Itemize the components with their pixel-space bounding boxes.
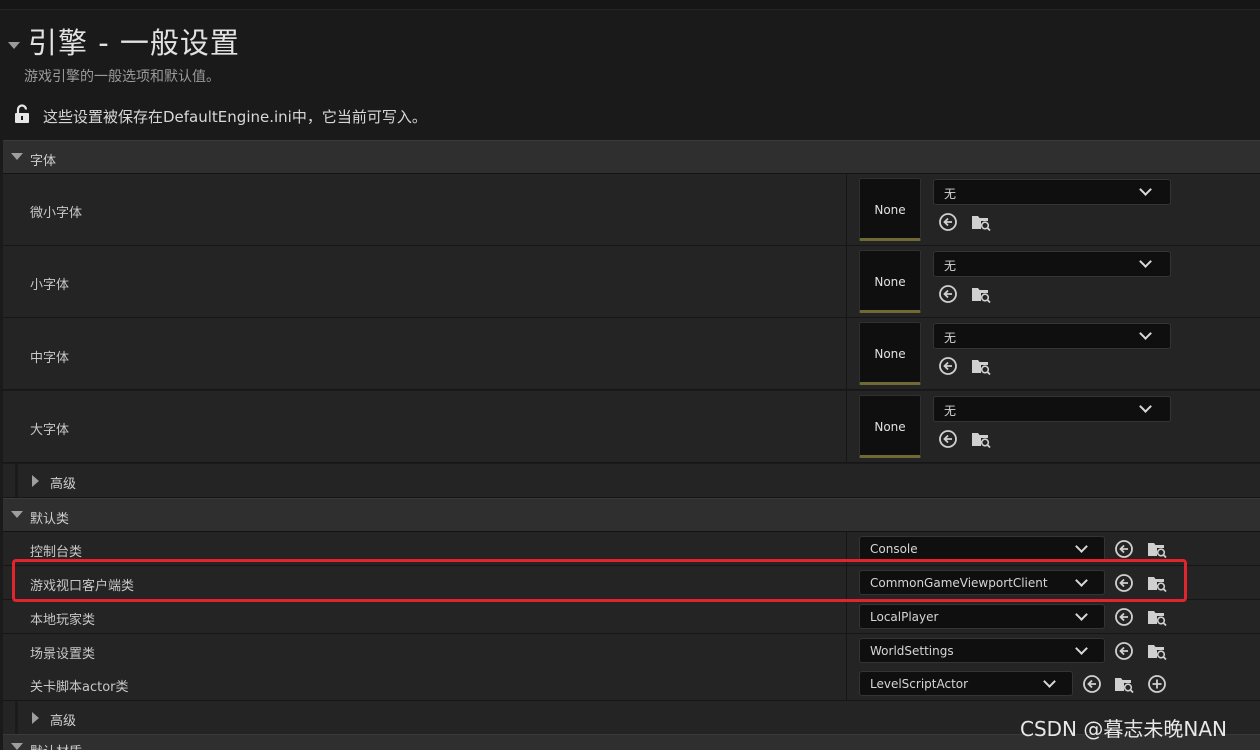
combo-value: 无 [944, 404, 957, 418]
reset-arrow-icon[interactable] [1114, 607, 1134, 627]
category-default-classes[interactable]: 默认类 [3, 498, 1260, 532]
property-row-tiny-font: 微小字体 None 无 [3, 174, 1260, 246]
top-bar [0, 0, 1260, 10]
combo-value: LocalPlayer [870, 610, 939, 624]
browse-folder-icon[interactable] [1147, 539, 1167, 559]
class-picker-combo[interactable]: LevelScriptActor [859, 671, 1073, 696]
page-title: 引擎 - 一般设置 [28, 26, 240, 60]
chevron-down-icon [1139, 255, 1152, 268]
chevron-down-icon [1075, 608, 1088, 621]
expand-caret-icon[interactable] [32, 712, 39, 724]
browse-folder-icon[interactable] [1114, 674, 1134, 694]
chevron-down-icon [1139, 400, 1152, 413]
advanced-group-fonts[interactable]: 高级 [3, 464, 1260, 498]
column-splitter[interactable] [846, 391, 847, 462]
column-splitter[interactable] [846, 246, 847, 317]
settings-header: 引擎 - 一般设置 游戏引擎的一般选项和默认值。 这些设置被保存在Default… [0, 10, 1260, 140]
combo-value: LevelScriptActor [870, 677, 969, 691]
chevron-down-icon [1139, 327, 1152, 340]
combo-value: 无 [944, 331, 957, 345]
thumbnail-label: None [874, 275, 906, 289]
chevron-down-icon [1043, 675, 1056, 688]
combo-value: Console [870, 542, 918, 556]
advanced-label: 高级 [50, 477, 77, 492]
asset-thumbnail[interactable]: None [859, 395, 921, 458]
property-label: 小字体 [30, 278, 70, 293]
thumbnail-label: None [874, 203, 906, 217]
column-splitter[interactable] [846, 667, 847, 700]
reset-arrow-icon[interactable] [938, 429, 958, 449]
reset-arrow-icon[interactable] [1114, 641, 1134, 661]
column-splitter[interactable] [846, 318, 847, 389]
property-row-level-script-actor-class: 关卡脚本actor类 LevelScriptActor [3, 667, 1260, 701]
group-indent [15, 464, 1260, 497]
browse-folder-icon[interactable] [971, 212, 991, 232]
property-label: 本地玩家类 [30, 613, 96, 628]
asset-picker-combo[interactable]: 无 [933, 179, 1171, 205]
asset-thumbnail[interactable]: None [859, 322, 921, 385]
property-label: 场景设置类 [30, 647, 96, 662]
class-picker-combo[interactable]: Console [859, 536, 1105, 561]
column-splitter[interactable] [846, 600, 847, 633]
browse-folder-icon[interactable] [971, 429, 991, 449]
property-label: 中字体 [30, 351, 70, 366]
lock-open-icon[interactable] [14, 104, 32, 124]
collapse-header-icon[interactable] [8, 42, 20, 49]
column-splitter[interactable] [846, 174, 847, 245]
browse-folder-icon[interactable] [971, 356, 991, 376]
reset-arrow-icon[interactable] [1114, 539, 1134, 559]
chevron-down-icon [1075, 642, 1088, 655]
add-circle-icon[interactable] [1147, 674, 1167, 694]
expand-caret-icon[interactable] [32, 475, 39, 487]
chevron-down-icon [1139, 183, 1152, 196]
property-row-small-font: 小字体 None 无 [3, 246, 1260, 318]
collapse-caret-icon[interactable] [11, 511, 23, 518]
category-label: 字体 [30, 154, 57, 169]
reset-arrow-icon[interactable] [1082, 674, 1102, 694]
reset-arrow-icon[interactable] [938, 284, 958, 304]
page-subtitle: 游戏引擎的一般选项和默认值。 [24, 69, 220, 85]
property-label: 控制台类 [30, 545, 83, 560]
property-row-local-player-class: 本地玩家类 LocalPlayer [3, 600, 1260, 634]
property-label: 大字体 [30, 423, 70, 438]
combo-value: 无 [944, 259, 957, 273]
asset-thumbnail[interactable]: None [859, 250, 921, 313]
browse-folder-icon[interactable] [1147, 641, 1167, 661]
class-picker-combo[interactable]: LocalPlayer [859, 604, 1105, 629]
combo-value: 无 [944, 187, 957, 201]
property-row-large-font: 大字体 None 无 [3, 391, 1260, 463]
collapse-caret-icon[interactable] [11, 153, 23, 160]
browse-folder-icon[interactable] [971, 284, 991, 304]
class-picker-combo[interactable]: WorldSettings [859, 638, 1105, 663]
thumbnail-label: None [874, 347, 906, 361]
category-label: 默认类 [30, 512, 70, 527]
property-row-world-settings-class: 场景设置类 WorldSettings [3, 634, 1260, 668]
asset-picker-combo[interactable]: 无 [933, 251, 1171, 277]
property-label: 关卡脚本actor类 [30, 680, 129, 695]
asset-thumbnail[interactable]: None [859, 178, 921, 241]
reset-arrow-icon[interactable] [938, 212, 958, 232]
category-fonts[interactable]: 字体 [3, 140, 1260, 174]
chevron-down-icon [1075, 540, 1088, 553]
thumbnail-label: None [874, 420, 906, 434]
combo-value: WorldSettings [870, 644, 954, 658]
asset-picker-combo[interactable]: 无 [933, 323, 1171, 349]
advanced-label: 高级 [50, 714, 77, 729]
asset-picker-combo[interactable]: 无 [933, 396, 1171, 422]
category-label: 默认材质 [30, 741, 82, 750]
property-label: 微小字体 [30, 206, 83, 221]
reset-arrow-icon[interactable] [938, 356, 958, 376]
watermark-text: CSDN @暮志未晚NAN [1020, 717, 1227, 741]
browse-folder-icon[interactable] [1147, 607, 1167, 627]
highlight-annotation [12, 559, 1187, 602]
column-splitter[interactable] [846, 634, 847, 667]
property-row-medium-font: 中字体 None 无 [3, 318, 1260, 390]
collapse-caret-icon[interactable] [11, 743, 23, 750]
save-location-notice: 这些设置被保存在DefaultEngine.ini中，它当前可写入。 [43, 108, 427, 126]
